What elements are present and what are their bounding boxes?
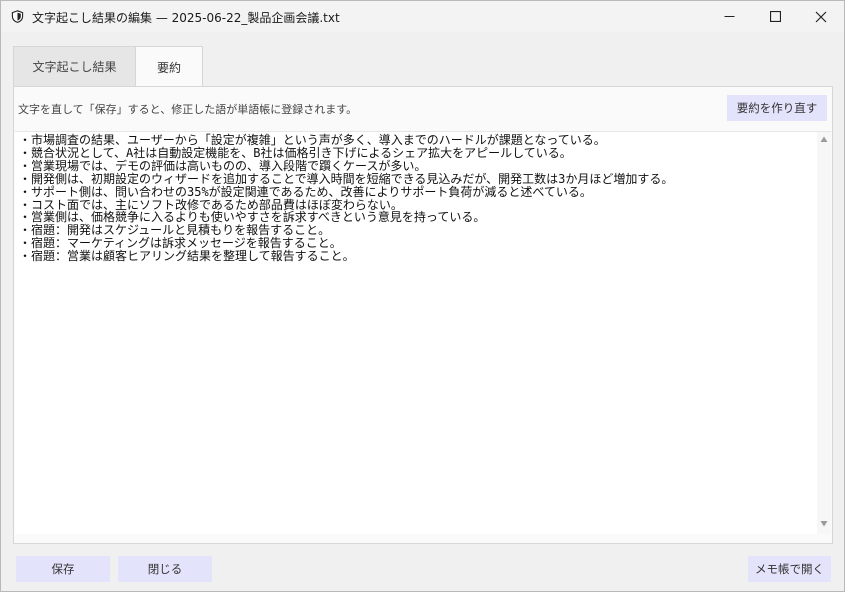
save-button-label: 保存: [51, 562, 75, 576]
window-title: 文字起こし結果の編集 — 2025-06-22_製品企画会議.txt: [32, 11, 340, 25]
summary-line: ・開発側は、初期設定のウィザードを追加することで導入時間を短縮できる見込みだが、…: [19, 171, 674, 186]
close-button[interactable]: [798, 1, 844, 32]
maximize-button[interactable]: [752, 1, 798, 32]
hint-text: 文字を直して「保存」すると、修正した語が単語帳に登録されます。: [18, 103, 358, 116]
dialog-content: 文字起こし結果 要約 文字を直して「保存」すると、修正した語が単語帳に登録されま…: [1, 32, 844, 591]
tab-transcript-label: 文字起こし結果: [32, 60, 117, 74]
summary-text[interactable]: ・市場調査の結果、ユーザーから「設定が複雑」という声が多く、導入までのハードルが…: [19, 134, 809, 263]
minimize-button[interactable]: [706, 1, 752, 32]
maximize-icon: [769, 11, 781, 22]
minimize-icon: [724, 16, 734, 17]
vertical-scrollbar[interactable]: [817, 132, 831, 534]
regenerate-summary-button[interactable]: 要約を作り直す: [727, 95, 827, 121]
save-button[interactable]: 保存: [16, 556, 110, 582]
summary-line: ・競合状況として、A社は自動設定機能を、B社は価格引き下げによるシェア拡大をアピ…: [19, 145, 572, 160]
close-dialog-label: 閉じる: [147, 562, 183, 576]
tab-summary[interactable]: 要約: [135, 46, 203, 87]
summary-text-area[interactable]: ・市場調査の結果、ユーザーから「設定が複雑」という声が多く、導入までのハードルが…: [15, 131, 831, 534]
open-in-notepad-label: メモ帳で開く: [755, 562, 824, 576]
scroll-up-arrow-icon[interactable]: [820, 136, 828, 143]
shield-icon: [11, 10, 24, 23]
title-bar[interactable]: 文字起こし結果の編集 — 2025-06-22_製品企画会議.txt: [1, 1, 844, 32]
regenerate-summary-label: 要約を作り直す: [736, 101, 818, 115]
scroll-down-arrow-icon[interactable]: [820, 520, 828, 527]
close-dialog-button[interactable]: 閉じる: [118, 556, 212, 582]
summary-line: ・サポート側は、問い合わせの35%が設定関連であるため、改善によりサポート負荷が…: [19, 184, 592, 199]
close-icon: [815, 11, 827, 22]
summary-line: ・市場調査の結果、ユーザーから「設定が複雑」という声が多く、導入までのハードルが…: [19, 133, 606, 147]
summary-panel: 文字を直して「保存」すると、修正した語が単語帳に登録されます。 要約を作り直す …: [13, 86, 833, 544]
open-in-notepad-button[interactable]: メモ帳で開く: [748, 556, 831, 582]
tab-summary-label: 要約: [156, 60, 181, 75]
tab-transcript[interactable]: 文字起こし結果: [13, 46, 136, 86]
editor-window: 文字起こし結果の編集 — 2025-06-22_製品企画会議.txt 文字起こし…: [0, 0, 845, 592]
summary-line: ・営業現場では、デモの評価は高いものの、導入段階で躓くケースが多い。: [19, 158, 427, 173]
summary-line: ・宿題：営業は顧客ヒアリング結果を整理して報告すること。: [19, 249, 355, 264]
